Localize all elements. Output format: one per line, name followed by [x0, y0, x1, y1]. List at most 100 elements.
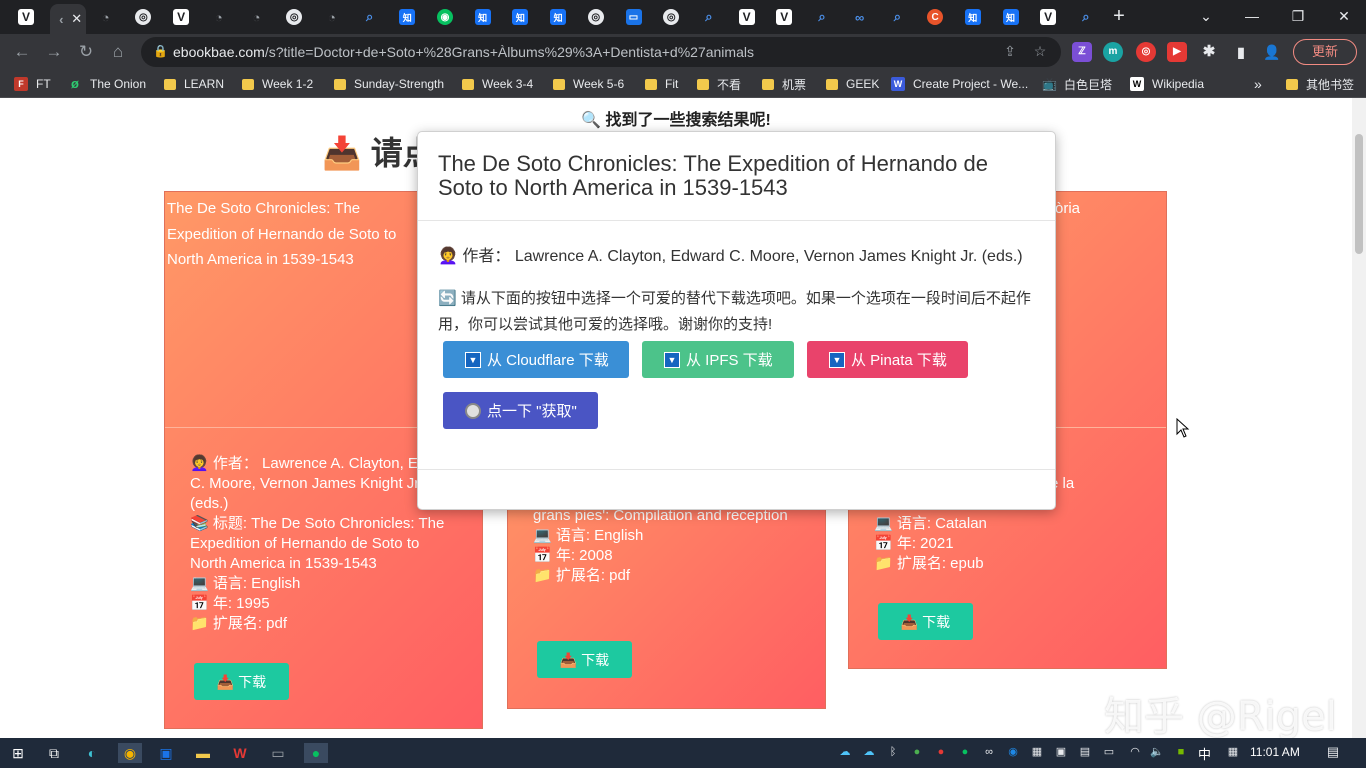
bookmark-folder-fit[interactable]: Fit — [645, 76, 678, 92]
browser-tab[interactable]: ⌕ — [883, 6, 911, 28]
bookmark-folder-bukan[interactable]: 不看 — [697, 76, 741, 92]
browser-tab[interactable]: V — [733, 6, 761, 28]
extension-target-icon[interactable]: ◎ — [1136, 42, 1156, 62]
reload-icon[interactable]: ↻ — [74, 40, 98, 64]
wechat-icon[interactable]: ● — [304, 743, 328, 763]
chrome-icon[interactable]: ◉ — [118, 743, 142, 763]
onedrive-icon[interactable]: ☁ — [838, 745, 852, 759]
browser-tab[interactable]: ◉ — [431, 6, 459, 28]
browser-tab[interactable]: ◔ — [92, 6, 120, 28]
address-bar[interactable]: 🔒 ebookbae.com/s?title=Doctor+de+Soto+%2… — [141, 37, 1061, 67]
scrollbar-thumb[interactable] — [1355, 134, 1363, 254]
bookmark-baise-jugta[interactable]: 📺 白色巨塔 — [1042, 76, 1112, 92]
browser-tab[interactable]: ◎ — [280, 6, 308, 28]
tab-search-icon[interactable]: ⌄ — [1186, 4, 1226, 28]
tray-app-icon[interactable]: ∞ — [982, 745, 996, 759]
tray-app-icon[interactable]: ▤ — [1078, 745, 1092, 759]
extensions-puzzle-icon[interactable]: ✱ — [1199, 42, 1219, 62]
bookmark-folder-geek[interactable]: GEEK — [826, 76, 879, 92]
tray-app-icon[interactable]: ▣ — [1054, 745, 1068, 759]
browser-tab[interactable]: ◔ — [205, 6, 233, 28]
bookmark-folder-week-5-6[interactable]: Week 5-6 — [553, 76, 624, 92]
tray-wechat-icon[interactable]: ● — [958, 745, 972, 759]
home-icon[interactable]: ⌂ — [106, 40, 130, 64]
tray-app-icon[interactable]: ● — [910, 745, 924, 759]
browser-tab[interactable]: 知 — [959, 6, 987, 28]
download-button[interactable]: 📥 下载 — [878, 603, 973, 640]
bookmark-create-project[interactable]: W Create Project - We... — [891, 76, 1028, 92]
browser-tab[interactable]: C — [921, 6, 949, 28]
profile-icon[interactable]: 👤 — [1262, 42, 1282, 62]
browser-tab[interactable]: ◔ — [318, 6, 346, 28]
app-window-icon[interactable]: ▭ — [268, 743, 288, 763]
bookmark-wikipedia[interactable]: W Wikipedia — [1130, 76, 1204, 92]
volume-icon[interactable]: 🔈 — [1150, 745, 1164, 759]
task-view-icon[interactable]: ⧉ — [44, 743, 64, 763]
browser-tab[interactable]: 知 — [506, 6, 534, 28]
browser-tab[interactable]: ◎ — [582, 6, 610, 28]
bookmark-folder-week-1-2[interactable]: Week 1-2 — [242, 76, 313, 92]
back-icon[interactable]: ← — [10, 40, 34, 64]
browser-tab[interactable]: V — [12, 6, 40, 28]
bookmarks-overflow-chevron-icon[interactable]: » — [1254, 76, 1262, 92]
app-blue-icon[interactable]: ▣ — [156, 743, 176, 763]
download-button[interactable]: 📥 下载 — [194, 663, 289, 700]
browser-tab[interactable]: ⌕ — [1072, 6, 1100, 28]
file-explorer-icon[interactable]: ▬ — [193, 743, 213, 763]
battery-icon[interactable]: ▭ — [1102, 745, 1116, 759]
browser-tab[interactable]: 知 — [997, 6, 1025, 28]
tray-app-icon[interactable]: ● — [934, 745, 948, 759]
bookmark-folder-week-3-4[interactable]: Week 3-4 — [462, 76, 533, 92]
browser-tab[interactable]: V — [770, 6, 798, 28]
notification-icon[interactable]: ▤ — [1326, 745, 1340, 759]
minimize-icon[interactable]: — — [1232, 4, 1272, 28]
wps-icon[interactable]: W — [230, 743, 250, 763]
page-scrollbar[interactable] — [1352, 98, 1366, 738]
update-button[interactable]: 更新 — [1293, 39, 1357, 65]
onedrive-icon[interactable]: ☁ — [862, 745, 876, 759]
bookmark-star-icon[interactable]: ☆ — [1031, 43, 1049, 61]
bookmark-folder-jipiao[interactable]: 机票 — [762, 76, 806, 92]
get-button[interactable]: 点一下 "获取" — [443, 392, 598, 429]
close-tab-icon[interactable]: ✕ — [71, 11, 82, 27]
tray-app-icon[interactable]: ▦ — [1030, 745, 1044, 759]
restore-icon[interactable]: ❐ — [1278, 4, 1318, 28]
browser-tab[interactable]: ‹ ✕ — [49, 4, 86, 34]
ime-indicator[interactable]: 中 — [1198, 744, 1211, 763]
edge-icon[interactable]: ◐ — [82, 743, 102, 763]
browser-tab[interactable]: 知 — [469, 6, 497, 28]
bookmark-ft[interactable]: F FT — [14, 76, 51, 92]
bluetooth-icon[interactable]: ᛒ — [886, 745, 900, 759]
browser-tab[interactable]: ◎ — [129, 6, 157, 28]
browser-tab[interactable]: 知 — [544, 6, 572, 28]
ipfs-download-button[interactable]: ▼ 从 IPFS 下载 — [642, 341, 794, 378]
download-button[interactable]: 📥 下载 — [537, 641, 632, 678]
cloudflare-download-button[interactable]: ▼ 从 Cloudflare 下载 — [443, 341, 629, 378]
browser-tab[interactable]: ⌕ — [695, 6, 723, 28]
extension-icon[interactable]: ℤ — [1072, 42, 1092, 62]
wifi-icon[interactable]: ◠ — [1128, 745, 1142, 759]
nvidia-icon[interactable]: ■ — [1174, 745, 1188, 759]
close-window-icon[interactable]: ✕ — [1324, 4, 1364, 28]
tray-app-icon[interactable]: ◉ — [1006, 745, 1020, 759]
windows-start-icon[interactable]: ⊞ — [8, 743, 28, 763]
browser-tab[interactable]: ◎ — [657, 6, 685, 28]
bookmark-folder-sunday-strength[interactable]: Sunday-Strength — [334, 76, 444, 92]
share-icon[interactable]: ⇪ — [1001, 43, 1019, 61]
browser-tab[interactable]: ▭ — [620, 6, 648, 28]
extension-video-icon[interactable]: ▶ — [1167, 42, 1187, 62]
browser-tab[interactable]: ◔ — [243, 6, 271, 28]
lock-icon[interactable]: 🔒 — [153, 44, 168, 58]
browser-tab[interactable]: V — [1034, 6, 1062, 28]
browser-tab[interactable]: 知 — [393, 6, 421, 28]
browser-tab[interactable]: ⌕ — [808, 6, 836, 28]
bookmark-folder-learn[interactable]: LEARN — [164, 76, 224, 92]
keyboard-grid-icon[interactable]: ▦ — [1226, 745, 1240, 759]
browser-tab[interactable]: ∞ — [846, 6, 874, 28]
new-tab-button[interactable]: + — [1108, 6, 1130, 28]
browser-tab[interactable]: ⌕ — [356, 6, 384, 28]
clock[interactable]: 11:01 AM — [1250, 745, 1300, 759]
forward-icon[interactable]: → — [42, 40, 66, 64]
bookmark-the-onion[interactable]: ø The Onion — [68, 76, 146, 92]
extension-m-icon[interactable]: m — [1103, 42, 1123, 62]
